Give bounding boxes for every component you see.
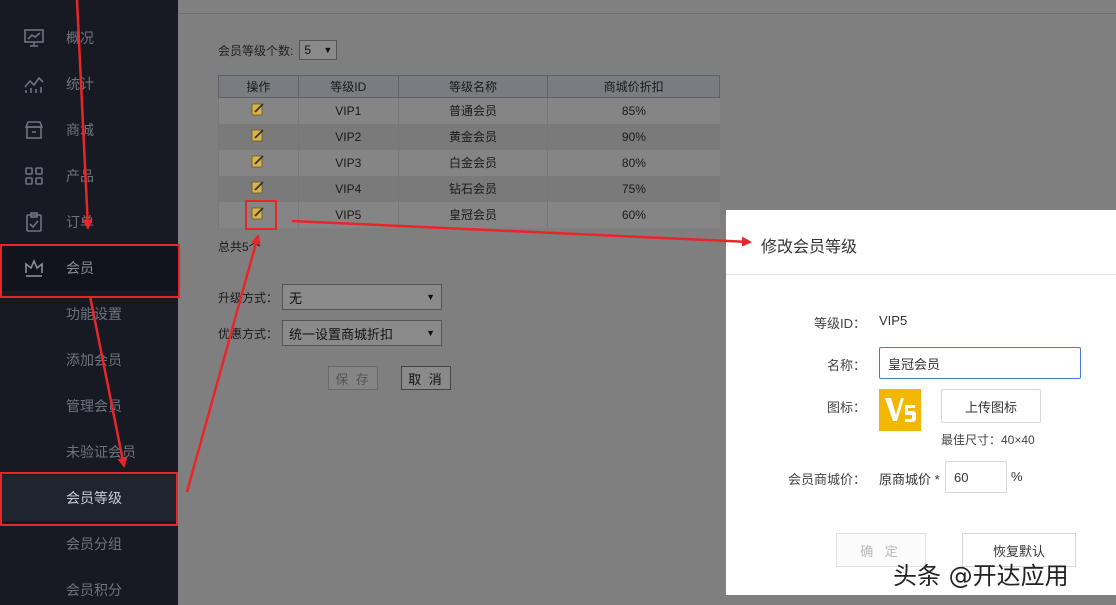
watermark: 头条 @开达应用 (893, 562, 1069, 590)
annotation-arrows (75, 0, 752, 493)
